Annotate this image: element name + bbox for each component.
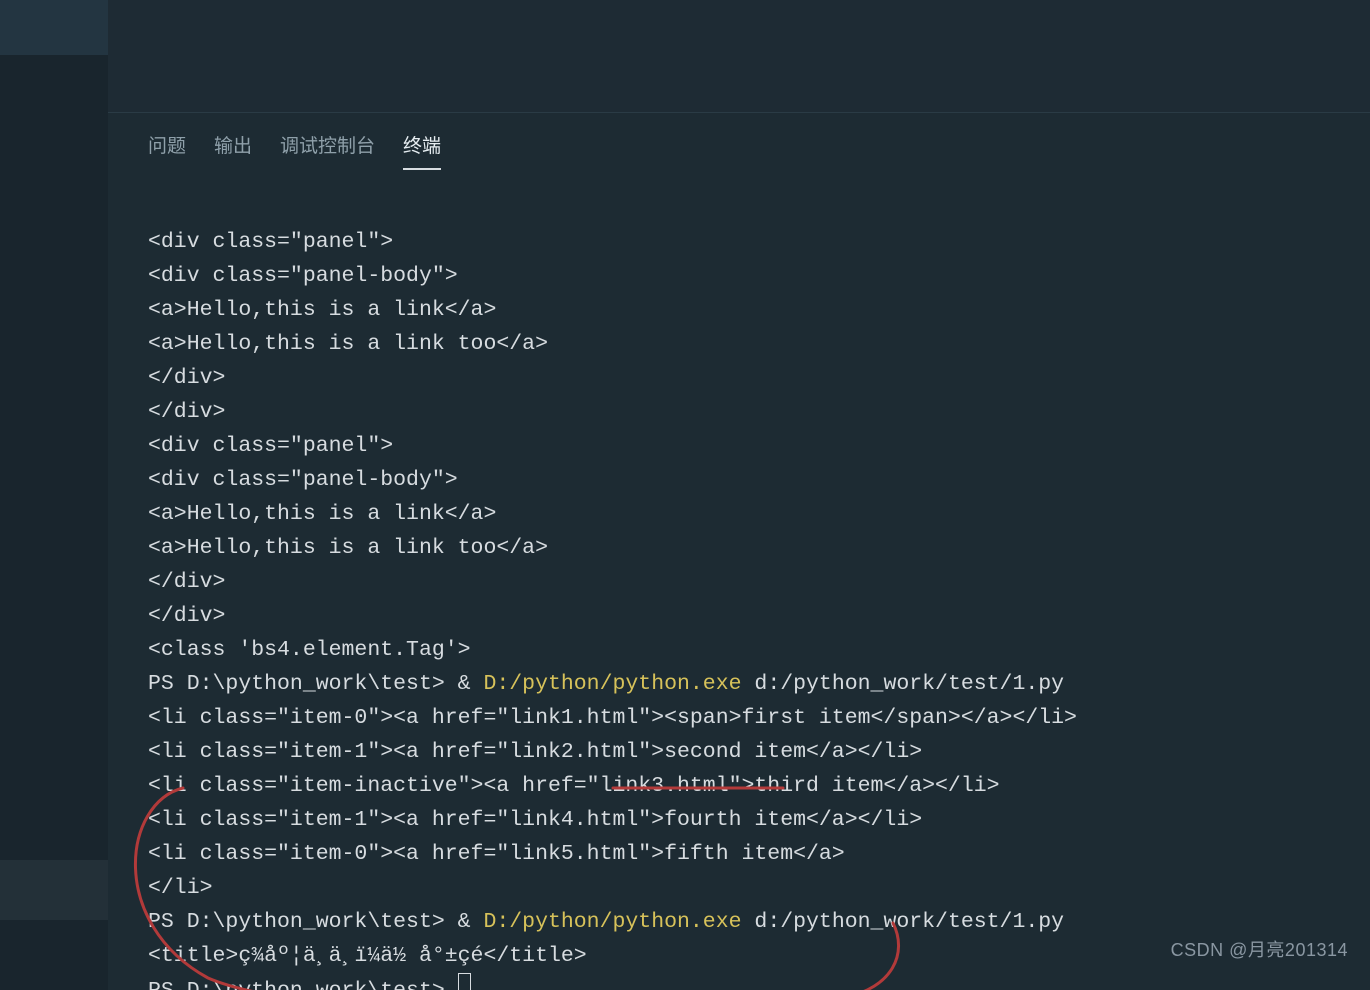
terminal-line: <div class="panel-body"> bbox=[148, 468, 458, 492]
terminal-line: <li class="item-1"><a href="link4.html">… bbox=[148, 808, 922, 832]
terminal-line: <a>Hello,this is a link</a> bbox=[148, 298, 496, 322]
terminal-line: </div> bbox=[148, 366, 225, 390]
terminal-cursor bbox=[458, 973, 471, 990]
tab-terminal[interactable]: 终端 bbox=[403, 131, 441, 170]
terminal-line: <a>Hello,this is a link</a> bbox=[148, 502, 496, 526]
terminal-line: <div class="panel-body"> bbox=[148, 264, 458, 288]
terminal-line: <li class="item-0"><a href="link5.html">… bbox=[148, 842, 845, 866]
terminal-line: <a>Hello,this is a link too</a> bbox=[148, 536, 548, 560]
editor-area bbox=[108, 0, 1370, 112]
watermark-text: CSDN @月亮201314 bbox=[1171, 936, 1348, 962]
activity-bar-bottom-slot[interactable] bbox=[0, 860, 108, 920]
tab-debug-console[interactable]: 调试控制台 bbox=[280, 131, 375, 170]
editor-scrollbar-region[interactable] bbox=[1282, 0, 1370, 112]
terminal-output[interactable]: <div class="panel"> <div class="panel-bo… bbox=[148, 191, 1370, 990]
terminal-line: </div> bbox=[148, 400, 225, 424]
terminal-script-path: d:/python_work/test/1.py bbox=[742, 910, 1065, 934]
terminal-line: </li> bbox=[148, 876, 213, 900]
terminal-line: <div class="panel"> bbox=[148, 434, 393, 458]
tab-problems[interactable]: 问题 bbox=[148, 131, 186, 170]
terminal-line: <li class="item-inactive"><a href="link3… bbox=[148, 774, 1000, 798]
terminal-exe-path: D:/python/python.exe bbox=[483, 910, 741, 934]
activity-bar bbox=[0, 0, 108, 990]
panel-area: 问题 输出 调试控制台 终端 <div class="panel"> <div … bbox=[108, 112, 1370, 990]
terminal-prompt: PS D:\python_work\test> & bbox=[148, 910, 483, 934]
panel-tabs: 问题 输出 调试控制台 终端 bbox=[108, 113, 1370, 170]
terminal-prompt: PS D:\python_work\test> bbox=[148, 979, 458, 990]
terminal-prompt: PS D:\python_work\test> & bbox=[148, 672, 483, 696]
tab-output[interactable]: 输出 bbox=[214, 131, 252, 170]
terminal-line: <class 'bs4.element.Tag'> bbox=[148, 638, 471, 662]
terminal-script-path: d:/python_work/test/1.py bbox=[742, 672, 1065, 696]
terminal-line: <li class="item-0"><a href="link1.html">… bbox=[148, 706, 1077, 730]
activity-bar-top-highlight bbox=[0, 0, 108, 55]
terminal-line: </div> bbox=[148, 570, 225, 594]
terminal-line: </div> bbox=[148, 604, 225, 628]
terminal-exe-path: D:/python/python.exe bbox=[483, 672, 741, 696]
app-root: 问题 输出 调试控制台 终端 <div class="panel"> <div … bbox=[0, 0, 1370, 990]
terminal-line: <title>ç¾åº¦ä¸ä¸ï¼ä½ å°±çé</title> bbox=[148, 944, 587, 968]
terminal-line: <div class="panel"> bbox=[148, 230, 393, 254]
terminal-line: <a>Hello,this is a link too</a> bbox=[148, 332, 548, 356]
terminal-line: <li class="item-1"><a href="link2.html">… bbox=[148, 740, 922, 764]
